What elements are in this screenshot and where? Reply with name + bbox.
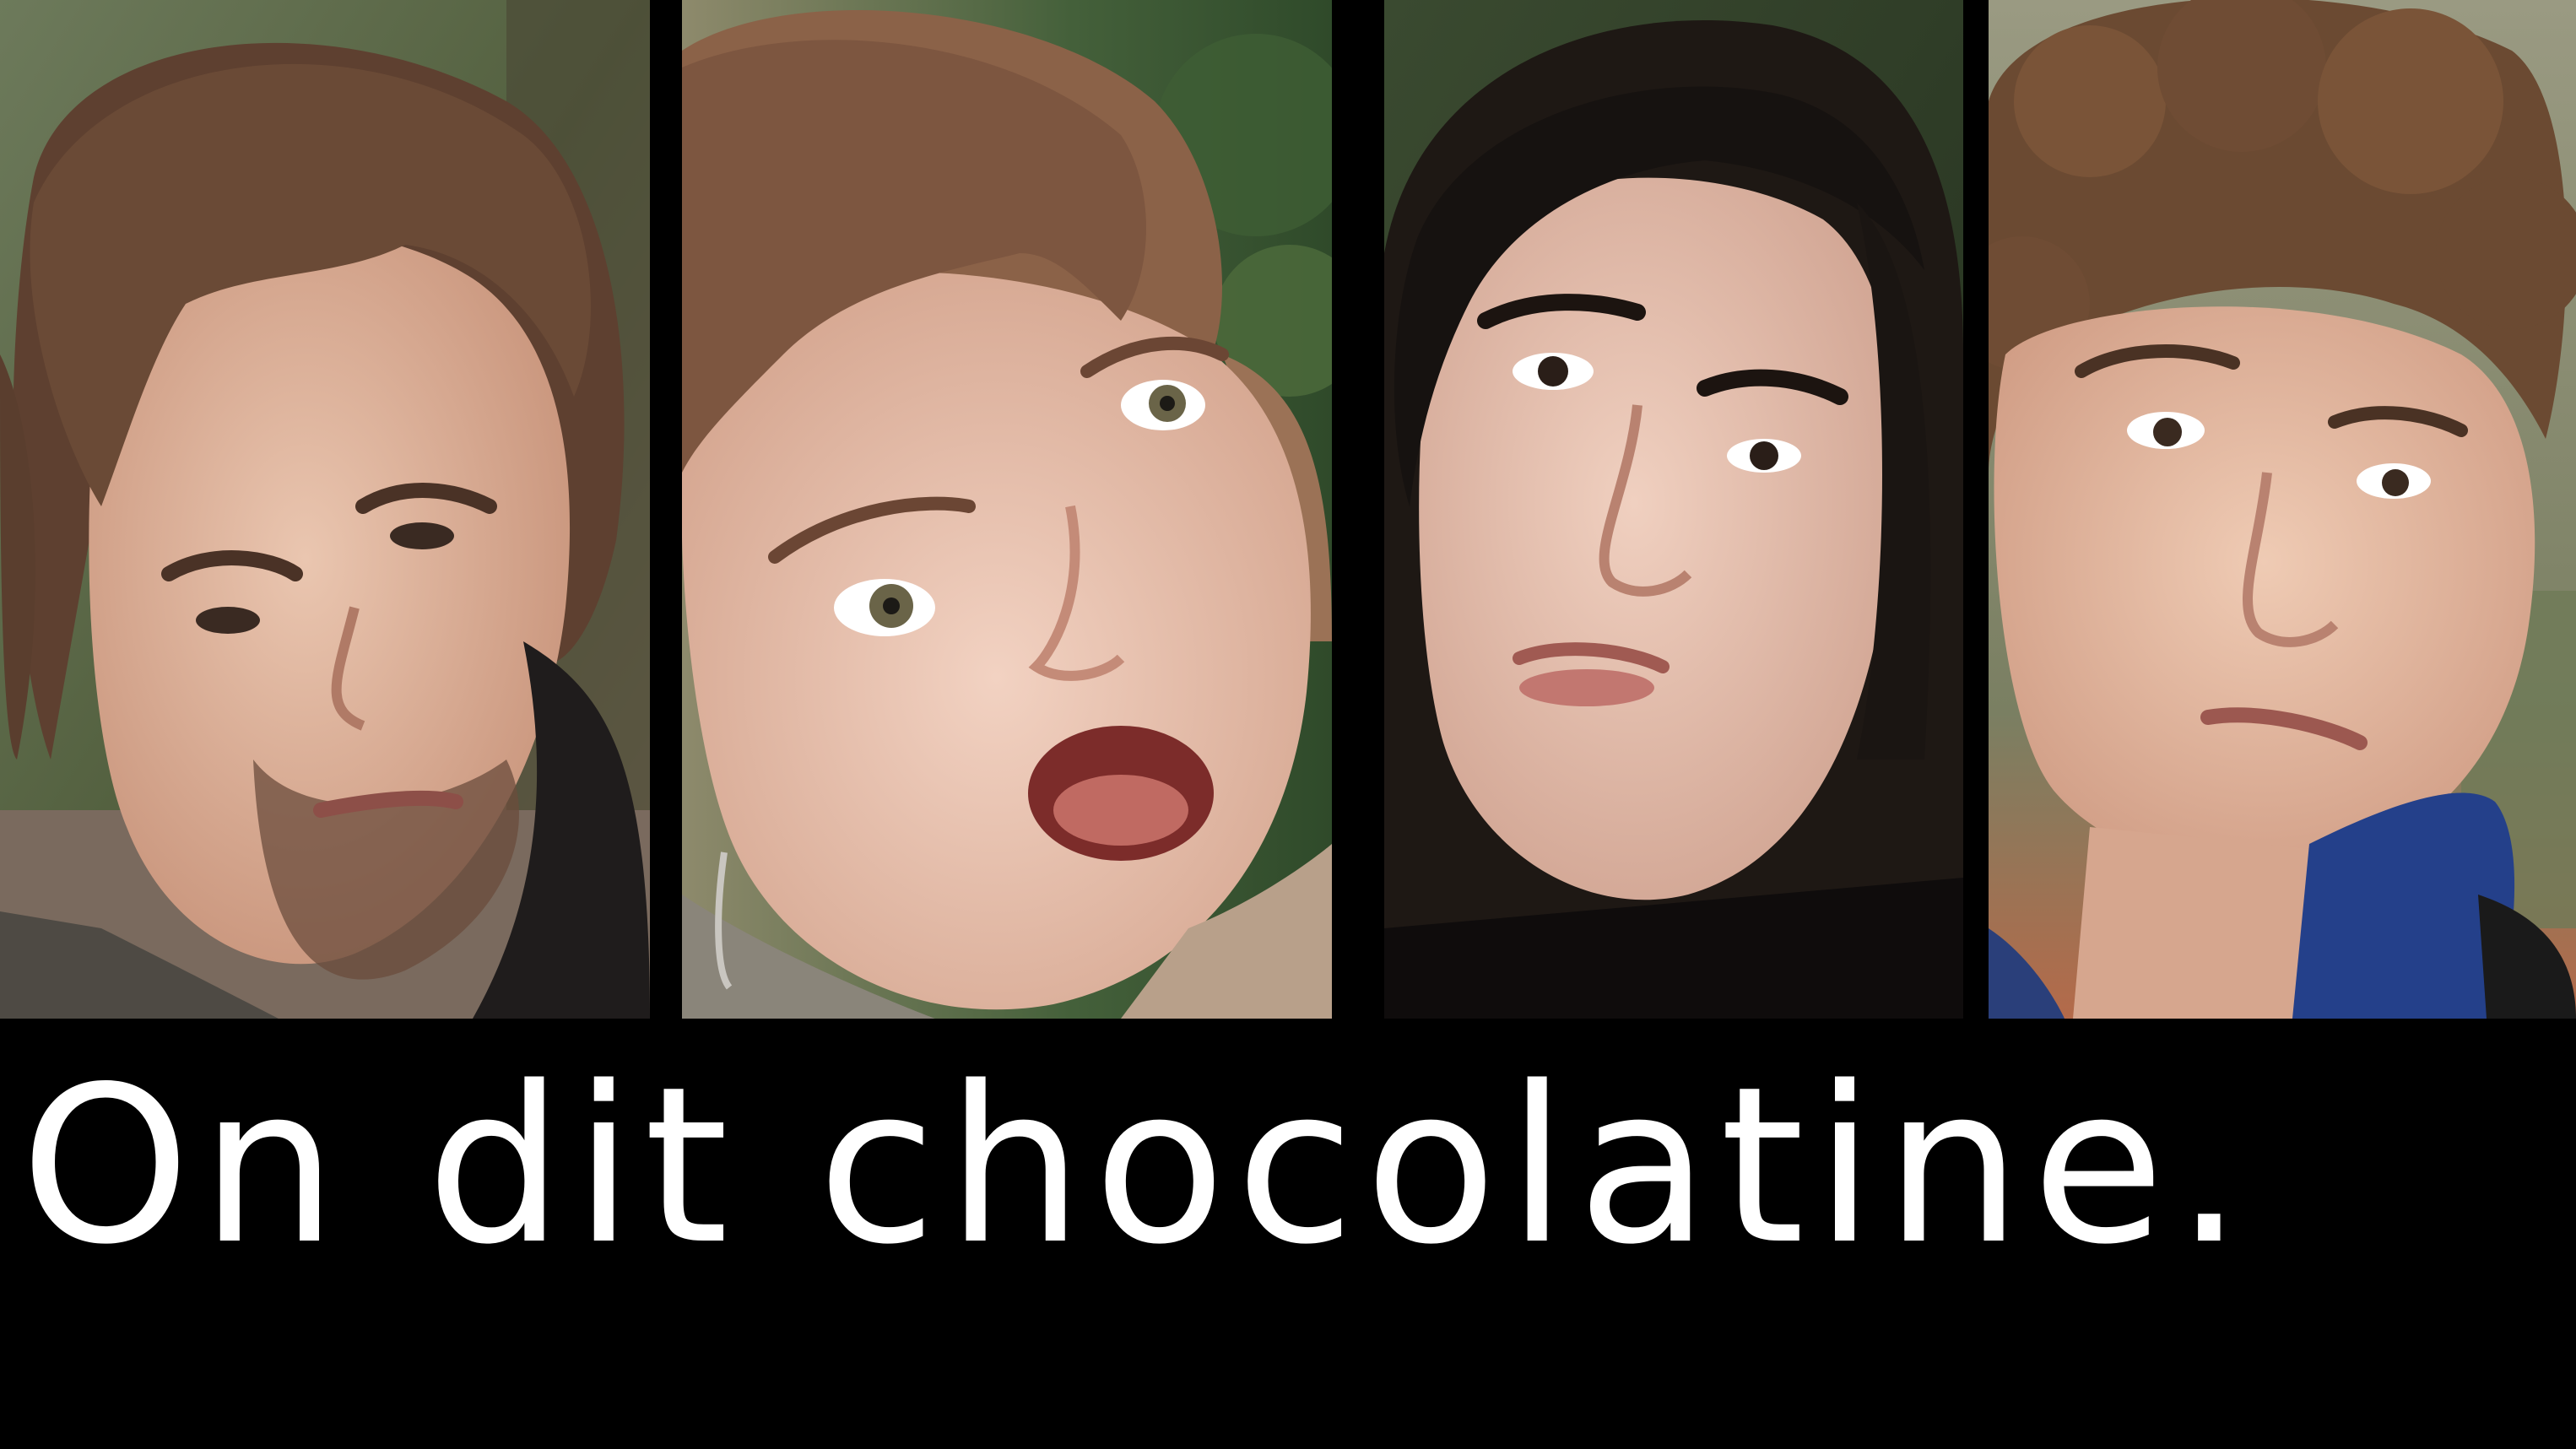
title-text: On dit chocolatine.: [20, 1041, 2254, 1292]
portrait-panel-1: [0, 0, 650, 1019]
portrait-panel-3: [1384, 0, 1963, 1019]
portrait-young-man-curly-hair: [1989, 0, 2576, 1019]
portrait-panel-2: [682, 0, 1332, 1019]
portrait-young-man-long-hair: [0, 0, 650, 1019]
portrait-young-woman-dark-hair: [1384, 0, 1963, 1019]
portrait-panel-4: [1989, 0, 2576, 1019]
portrait-young-woman-bangs: [682, 0, 1332, 1019]
